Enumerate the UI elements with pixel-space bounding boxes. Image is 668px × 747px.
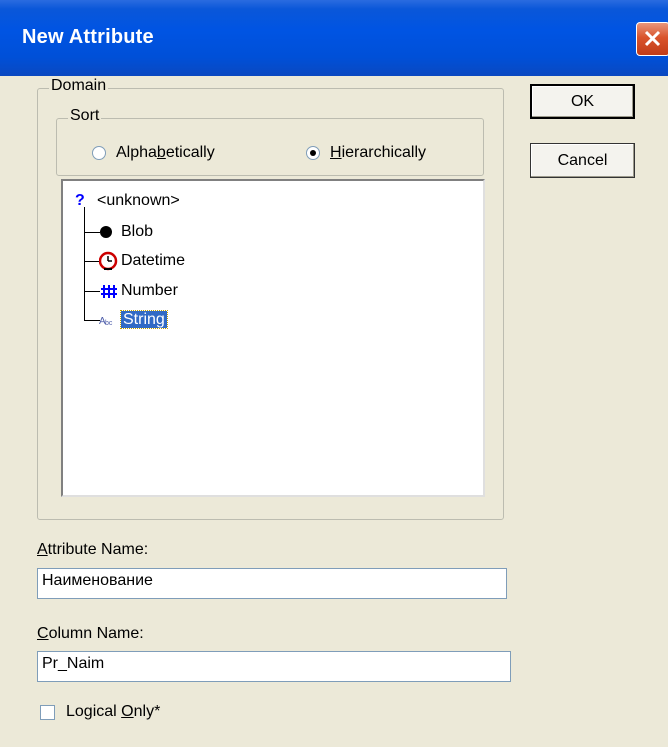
domain-tree[interactable]: ? <unknown> Blob Datetime Number A bc St…	[61, 179, 485, 497]
new-attribute-dialog: New Attribute Domain Sort Alphabetically…	[0, 0, 668, 747]
question-icon: ?	[75, 192, 85, 209]
sort-group-label: Sort	[68, 107, 102, 125]
tree-item-number[interactable]: Number	[99, 280, 178, 302]
blob-dot-icon	[100, 226, 112, 238]
logical-only-checkbox[interactable]	[40, 705, 55, 720]
radio-alphabetically-label: Alphabetically	[116, 144, 215, 161]
number-hash-icon	[101, 285, 117, 298]
radio-alphabetically[interactable]: Alphabetically	[92, 144, 215, 162]
tree-item-string[interactable]: A bc String	[99, 309, 168, 331]
radio-hierarchically-circle[interactable]	[306, 146, 320, 160]
tree-connector-string	[84, 320, 100, 321]
window-title: New Attribute	[22, 26, 154, 48]
ok-button[interactable]: OK	[530, 84, 635, 119]
tree-connector-number	[84, 291, 100, 292]
domain-group-label: Domain	[49, 77, 109, 95]
close-button[interactable]	[636, 22, 668, 56]
close-icon	[644, 30, 661, 47]
tree-item-label: Datetime	[121, 252, 186, 269]
radio-hierarchically-label: Hierarchically	[330, 144, 427, 161]
title-bar[interactable]: New Attribute	[0, 0, 668, 76]
logical-only-label: Logical Only*	[66, 703, 161, 720]
column-name-field[interactable]: Pr_Naim	[37, 651, 511, 682]
column-name-label: Column Name:	[37, 625, 144, 642]
cancel-button[interactable]: Cancel	[530, 143, 635, 178]
radio-hierarchically[interactable]: Hierarchically	[306, 144, 426, 162]
tree-connector-vertical	[84, 207, 85, 320]
tree-item-label: String	[120, 310, 168, 329]
clock-icon	[98, 251, 118, 271]
tree-connector-datetime	[84, 261, 100, 262]
tree-connector-blob	[84, 232, 100, 233]
tree-item-datetime[interactable]: Datetime	[98, 250, 186, 272]
tree-item-label: <unknown>	[97, 192, 180, 209]
tree-item-label: Blob	[121, 223, 154, 240]
svg-text:bc: bc	[105, 320, 113, 327]
attribute-name-field[interactable]: Наименование	[37, 568, 507, 599]
string-abc-icon: A bc	[99, 316, 113, 327]
tree-item-blob[interactable]: Blob	[99, 221, 153, 243]
tree-item-unknown[interactable]: ? <unknown>	[75, 190, 180, 212]
attribute-name-label: Attribute Name:	[37, 541, 149, 558]
radio-alphabetically-circle[interactable]	[92, 146, 106, 160]
tree-item-label: Number	[121, 282, 178, 299]
